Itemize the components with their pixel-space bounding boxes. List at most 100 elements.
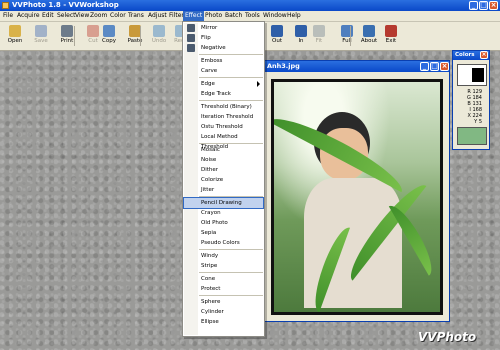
menu-separator [199, 249, 263, 250]
color-swatch [457, 64, 487, 86]
image-window[interactable]: Anh3.jpg _ □ × [262, 60, 450, 322]
menu-trans[interactable]: Trans [126, 11, 146, 21]
submenu-arrow-icon [257, 81, 260, 87]
app-title: VVPhoto 1.8 - VVWorkshop [12, 1, 119, 9]
image-window-title: Anh3.jpg [267, 62, 300, 70]
menu-separator [199, 143, 263, 144]
menu-item-flip[interactable]: Flip [184, 33, 263, 43]
menu-item-stripe[interactable]: Stripe [184, 261, 263, 271]
out-button[interactable]: Out [264, 23, 290, 49]
toolbar-button-label: Print [60, 38, 74, 44]
flip-icon [187, 34, 195, 42]
colors-panel: Colors × R 129 G 184 B 131 I 168 X 224 Y 5 [452, 50, 490, 150]
toolbar-button-label: Open [7, 38, 23, 44]
menu-item-edge-track[interactable]: Edge Track [184, 89, 263, 99]
toolbar-button-label: Out [272, 38, 282, 44]
menu-item-protect[interactable]: Protect [184, 284, 263, 294]
photo-canvas[interactable] [271, 79, 443, 315]
menu-item-pencil-drawing[interactable]: Pencil Drawing [183, 197, 264, 209]
menu-batch[interactable]: Batch [223, 11, 244, 21]
printer-icon [61, 25, 73, 37]
minimize-button[interactable]: _ [469, 1, 478, 10]
toolbar-button-label: Copy [102, 38, 116, 44]
toolbar-button-label: Fit [315, 38, 323, 44]
fit-button[interactable]: Fit [306, 23, 332, 49]
image-window-titlebar[interactable]: Anh3.jpg _ □ × [263, 61, 449, 72]
fit-icon [313, 25, 325, 37]
colors-panel-titlebar[interactable]: Colors × [453, 51, 489, 60]
menu-adjust[interactable]: Adjust [146, 11, 169, 21]
menu-photo[interactable]: Photo [203, 11, 224, 21]
image-minimize-button[interactable]: _ [420, 62, 429, 71]
menu-help[interactable]: Help [285, 11, 303, 21]
menu-item-mosaic[interactable]: Mosaic [184, 145, 263, 155]
help-icon [363, 25, 375, 37]
maximize-button[interactable]: □ [479, 1, 488, 10]
zoom-out-icon [271, 25, 283, 37]
color-value-row: Y 5 [474, 119, 482, 125]
menu-item-mirror[interactable]: Mirror [184, 23, 263, 33]
menu-item-dither[interactable]: Dither [184, 165, 263, 175]
menu-separator [199, 100, 263, 101]
colors-close-button[interactable]: × [480, 51, 488, 59]
image-close-button[interactable]: × [440, 62, 449, 71]
menu-item-jitter[interactable]: Jitter [184, 185, 263, 195]
image-maximize-button[interactable]: □ [430, 62, 439, 71]
toolbar-separator [74, 26, 75, 46]
menu-item-old-photo[interactable]: Old Photo [184, 218, 263, 228]
open-folder-icon [9, 25, 21, 37]
toolbar-button-label: Paste [127, 38, 143, 44]
copy-button[interactable]: Copy [96, 23, 122, 49]
menu-item-negative[interactable]: Negative [184, 43, 263, 53]
menu-item-windy[interactable]: Windy [184, 251, 263, 261]
colors-panel-title: Colors [455, 52, 475, 58]
menu-item-sepia[interactable]: Sepia [184, 228, 263, 238]
save-button[interactable]: Save [28, 23, 54, 49]
fullscreen-icon [341, 25, 353, 37]
menu-item-iteration-threshold[interactable]: Iteration Threshold [184, 112, 263, 122]
menu-file[interactable]: File [1, 11, 15, 21]
menu-item-colorize[interactable]: Colorize [184, 175, 263, 185]
menu-item-cone[interactable]: Cone [184, 274, 263, 284]
watermark: VVPhoto [418, 330, 477, 344]
close-button[interactable]: × [489, 1, 498, 10]
color-values: R 129 G 184 B 131 I 168 X 224 Y 5 [456, 89, 482, 125]
paste-button[interactable]: Paste [122, 23, 148, 49]
effect-menu-dropdown: Mirror Flip Negative Emboss Carve Edge Edge Tr… [182, 21, 265, 337]
exit-button[interactable]: Exit [378, 23, 404, 49]
menu-item-noise[interactable]: Noise [184, 155, 263, 165]
copy-icon [103, 25, 115, 37]
menu-tools[interactable]: Tools [243, 11, 262, 21]
mirror-icon [187, 24, 195, 32]
negative-icon [187, 44, 195, 52]
menu-item-emboss[interactable]: Emboss [184, 56, 263, 66]
menu-edit[interactable]: Edit [40, 11, 56, 21]
menu-item-edge[interactable]: Edge [184, 79, 263, 89]
menu-effect[interactable]: Effect [183, 11, 205, 21]
menu-zoom[interactable]: Zoom [88, 11, 109, 21]
print-button[interactable]: Print [54, 23, 80, 49]
menu-item-cylinder[interactable]: Cylinder [184, 307, 263, 317]
menu-item-sphere[interactable]: Sphere [184, 297, 263, 307]
menu-separator [199, 54, 263, 55]
app-icon [2, 2, 9, 9]
menu-item-crayon[interactable]: Crayon [184, 208, 263, 218]
open-button[interactable]: Open [2, 23, 28, 49]
toolbar-separator [140, 26, 141, 46]
menu-acquire[interactable]: Acquire [15, 11, 42, 21]
menu-separator [199, 295, 263, 296]
menu-separator [199, 196, 263, 197]
menu-item-threshold-binary[interactable]: Threshold (Binary) [184, 102, 263, 112]
menu-separator [199, 272, 263, 273]
toolbar-separator [350, 26, 351, 46]
menu-item-carve[interactable]: Carve [184, 66, 263, 76]
menu-item-ostu-threshold[interactable]: Ostu Threshold [184, 122, 263, 132]
menu-color[interactable]: Color [108, 11, 128, 21]
exit-icon [385, 25, 397, 37]
toolbar-button-label: Exit [385, 38, 397, 44]
save-disk-icon [35, 25, 47, 37]
menu-item-pseudo-colors[interactable]: Pseudo Colors [184, 238, 263, 248]
menu-item-ellipse[interactable]: Ellipse [184, 317, 263, 327]
menu-separator [199, 77, 263, 78]
menu-item-local-method-threshold[interactable]: Local Method Threshold [184, 132, 263, 150]
